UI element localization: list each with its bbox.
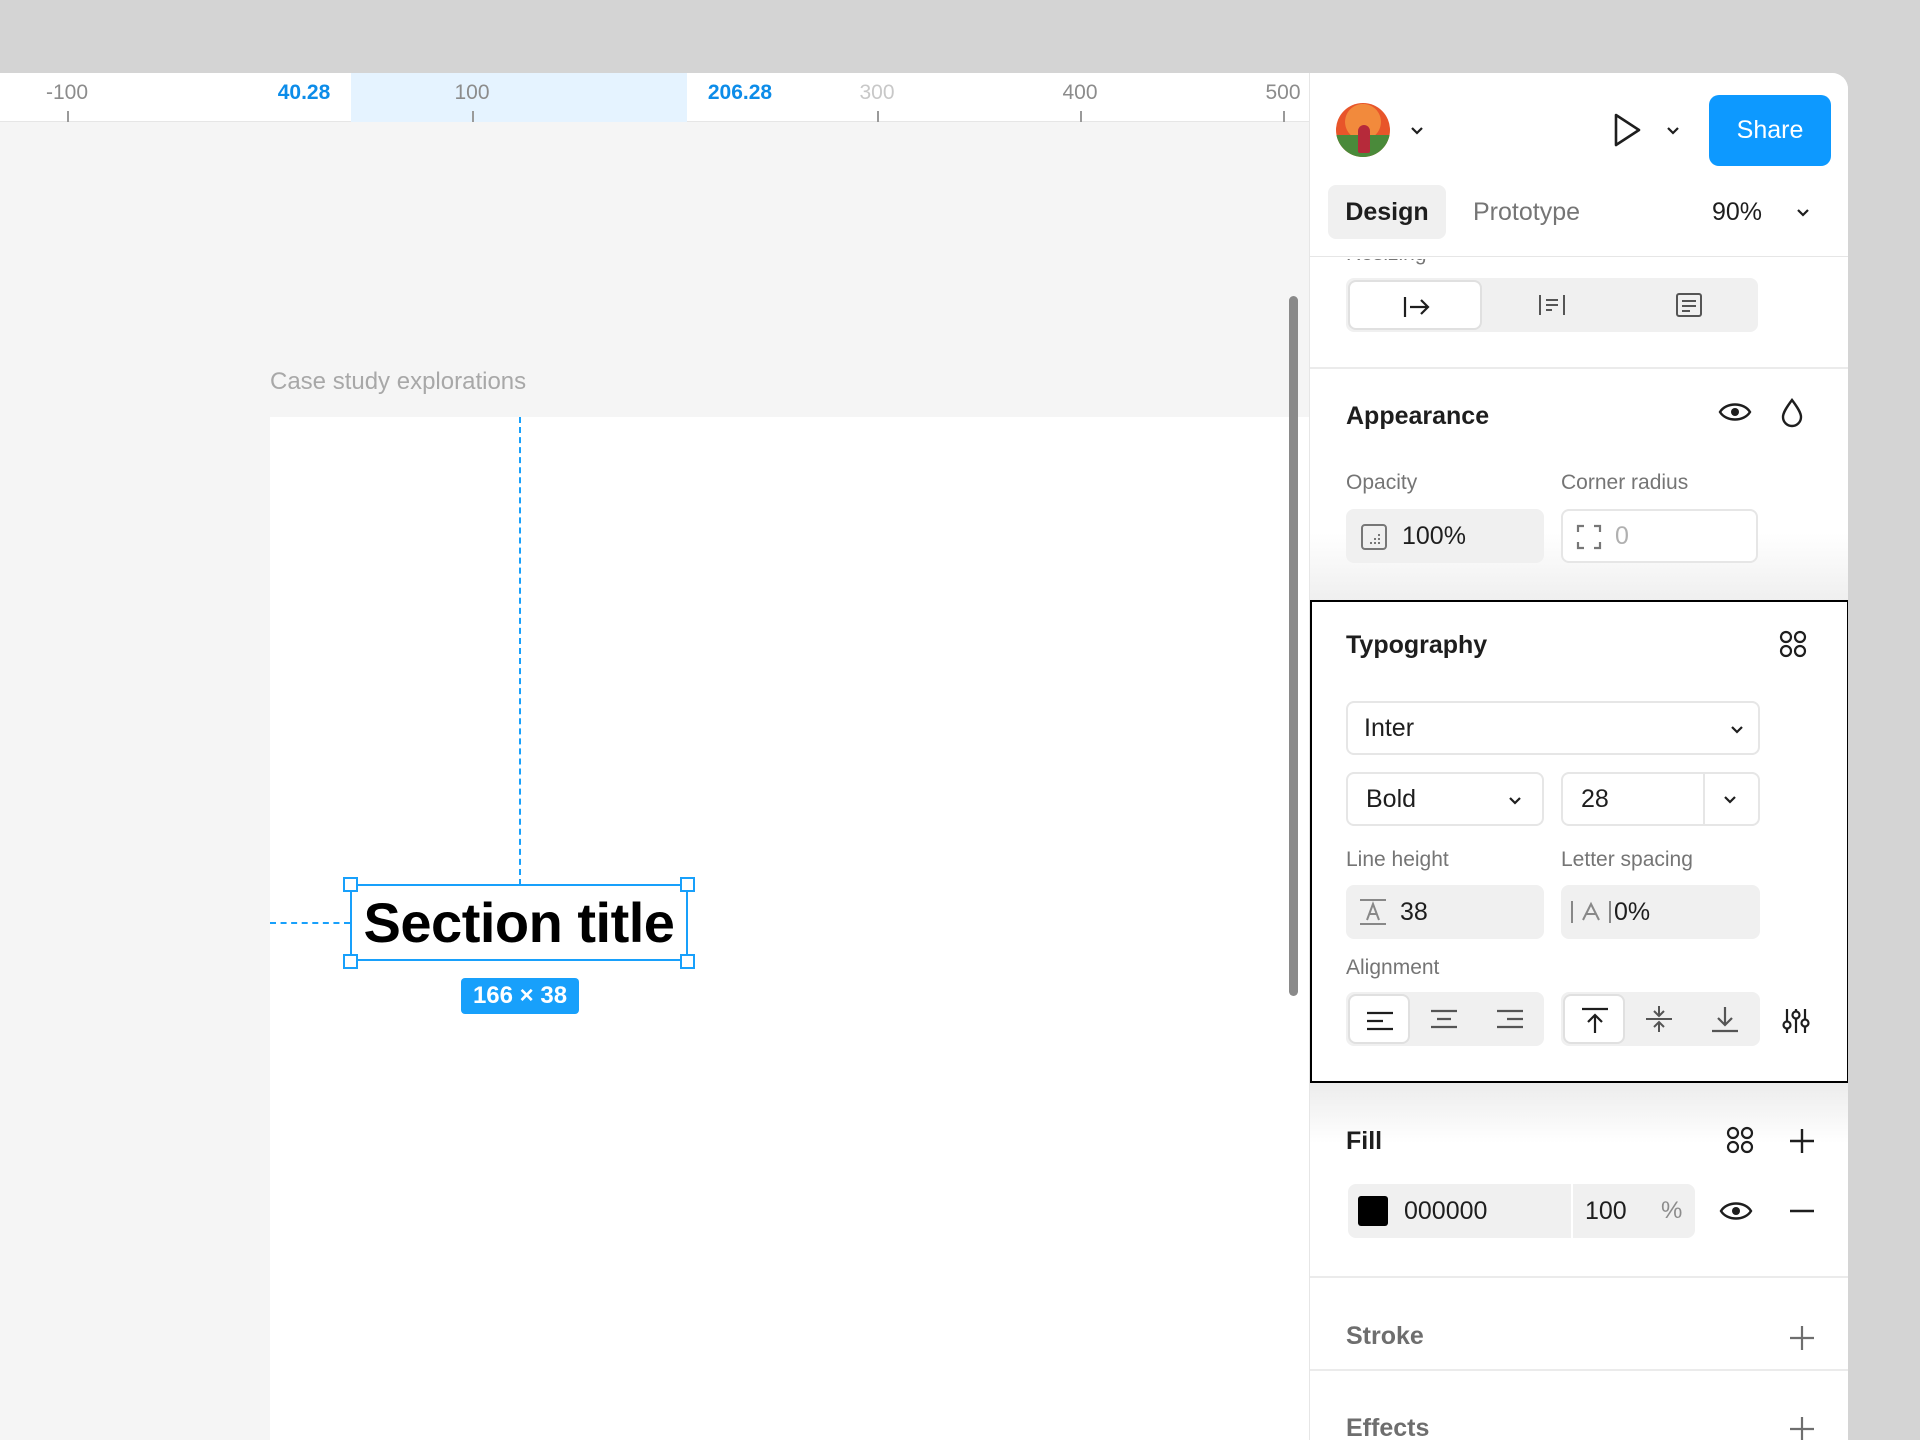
chevron-down-icon[interactable] (1721, 790, 1739, 808)
eye-icon[interactable] (1718, 1197, 1754, 1225)
resize-fixed-button[interactable] (1485, 280, 1619, 330)
vertical-alignment-control (1561, 992, 1760, 1046)
align-bottom-button[interactable] (1695, 994, 1757, 1044)
effects-title: Effects (1346, 1414, 1430, 1440)
type-settings-icon[interactable] (1781, 1006, 1811, 1036)
line-height-label: Line height (1346, 848, 1449, 871)
tab-design[interactable]: Design (1328, 185, 1446, 239)
plus-icon[interactable] (1787, 1323, 1817, 1353)
design-canvas[interactable]: Case study explorations Section title 16… (0, 123, 1309, 1440)
chevron-down-icon[interactable] (1408, 121, 1426, 139)
letter-spacing-field[interactable]: 0% (1561, 885, 1760, 939)
frame-label[interactable]: Case study explorations (270, 368, 526, 396)
resizing-label: Resizing (1346, 242, 1427, 265)
opacity-value[interactable]: 100% (1402, 509, 1466, 563)
tab-prototype[interactable]: Prototype (1473, 185, 1580, 239)
app-window: -100 40.28 100 206.28 300 400 500 Case s… (0, 73, 1848, 1440)
font-family-select[interactable]: Inter (1346, 701, 1760, 755)
section-divider (1310, 367, 1848, 369)
align-middle-button[interactable] (1629, 994, 1691, 1044)
section-divider (1310, 1276, 1848, 1278)
color-swatch[interactable] (1358, 1196, 1388, 1226)
stroke-title: Stroke (1346, 1322, 1424, 1350)
font-size-field[interactable]: 28 (1561, 772, 1760, 826)
line-height-icon (1360, 899, 1386, 925)
alignment-label: Alignment (1346, 956, 1440, 979)
chevron-down-icon[interactable] (1664, 121, 1682, 139)
header-divider (1310, 256, 1848, 257)
spacing-guide-vertical (519, 417, 521, 885)
corner-radius-label: Corner radius (1561, 471, 1689, 494)
resize-auto-height-button[interactable] (1622, 280, 1756, 330)
align-right-icon (1497, 1009, 1523, 1029)
resize-hug-width-button[interactable] (1348, 280, 1482, 330)
align-right-button[interactable] (1480, 994, 1542, 1044)
fill-hex-value[interactable]: 000000 (1404, 1184, 1487, 1238)
font-family-value[interactable]: Inter (1364, 703, 1414, 753)
align-center-button[interactable] (1414, 994, 1476, 1044)
fill-opacity-value[interactable]: 100 (1585, 1184, 1627, 1238)
appearance-title: Appearance (1346, 402, 1490, 430)
corner-radius-field[interactable]: 0 (1561, 509, 1758, 563)
share-button[interactable]: Share (1709, 95, 1831, 166)
ruler-selection-range (351, 73, 687, 122)
eye-icon[interactable] (1717, 398, 1753, 426)
chevron-down-icon[interactable] (1794, 203, 1812, 221)
chevron-down-icon (1509, 797, 1521, 805)
opacity-label: Opacity (1346, 471, 1418, 494)
user-avatar[interactable] (1336, 103, 1390, 157)
arrow-right-bar-icon (1403, 297, 1430, 317)
text-layer-content[interactable]: Section title (352, 890, 686, 956)
resize-handle-bottom-right[interactable] (680, 954, 695, 969)
plus-icon[interactable] (1787, 1414, 1817, 1440)
horizontal-ruler: -100 40.28 100 206.28 300 400 500 (0, 73, 1309, 122)
styles-grid-icon[interactable] (1724, 1124, 1756, 1156)
size-badge: 166 × 38 (461, 978, 579, 1014)
spacing-guide-horizontal (270, 922, 350, 924)
letter-spacing-icon (1571, 901, 1611, 923)
vertical-scrollbar[interactable] (1289, 296, 1298, 996)
resize-handle-bottom-left[interactable] (343, 954, 358, 969)
align-top-icon (1582, 1007, 1608, 1033)
text-box-icon (1676, 293, 1702, 317)
font-size-value[interactable]: 28 (1581, 774, 1609, 824)
chevron-down-icon (1731, 726, 1743, 734)
font-weight-value[interactable]: Bold (1366, 774, 1416, 824)
opacity-checker-icon (1361, 524, 1387, 550)
section-divider (1310, 1369, 1848, 1371)
letter-spacing-label: Letter spacing (1561, 848, 1693, 871)
fill-paint-row[interactable]: 000000 100 % (1348, 1184, 1695, 1238)
corner-radius-value[interactable]: 0 (1615, 511, 1629, 561)
fill-title: Fill (1346, 1127, 1383, 1155)
zoom-level[interactable]: 90% (1712, 185, 1762, 239)
plus-icon[interactable] (1787, 1126, 1817, 1156)
line-height-value[interactable]: 38 (1400, 885, 1428, 939)
align-left-button[interactable] (1348, 994, 1410, 1044)
opacity-field[interactable]: 100% (1346, 509, 1544, 563)
align-center-icon (1431, 1009, 1457, 1029)
text-align-bars-icon (1539, 295, 1565, 315)
percent-sign: % (1661, 1197, 1683, 1224)
resizing-control (1346, 278, 1758, 332)
drop-icon[interactable] (1779, 397, 1805, 429)
align-bottom-icon (1712, 1007, 1738, 1033)
corner-radius-icon (1576, 524, 1602, 550)
typography-title: Typography (1346, 631, 1488, 659)
font-weight-select[interactable]: Bold (1346, 772, 1544, 826)
play-icon[interactable] (1606, 110, 1646, 150)
align-left-icon (1367, 1011, 1393, 1031)
line-height-field[interactable]: 38 (1346, 885, 1544, 939)
selected-text-layer[interactable]: Section title (350, 884, 688, 961)
minus-icon[interactable] (1787, 1199, 1817, 1223)
letter-spacing-value[interactable]: 0% (1614, 885, 1650, 939)
align-middle-icon (1646, 1006, 1672, 1032)
horizontal-alignment-control (1346, 992, 1544, 1046)
properties-panel: Share Design Prototype 90% Resizing Appe… (1309, 73, 1848, 1440)
styles-grid-icon[interactable] (1777, 628, 1809, 660)
align-top-button[interactable] (1563, 994, 1625, 1044)
typography-section: Typography Inter Bold 28 Line height 38 … (1310, 600, 1848, 1083)
resize-handle-top-right[interactable] (680, 877, 695, 892)
resize-handle-top-left[interactable] (343, 877, 358, 892)
